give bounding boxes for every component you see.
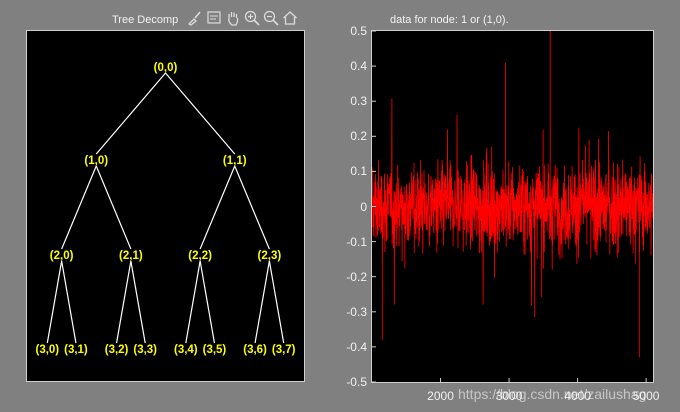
tree-edge	[115, 260, 132, 344]
tree-edge	[199, 165, 236, 250]
x-tick-label: 2000	[427, 389, 454, 403]
tree-node-label[interactable]: (3,6)	[243, 344, 267, 356]
tree-node-label[interactable]: (3,3)	[133, 344, 157, 356]
tree-node-label[interactable]: (1,0)	[84, 155, 108, 167]
signal-series-line	[371, 31, 654, 358]
tree-edge	[46, 260, 63, 344]
y-tick-label: -0.3	[346, 304, 367, 319]
y-tick-label: 0.4	[350, 59, 367, 74]
tree-edge	[61, 165, 97, 250]
brush-icon[interactable]	[186, 9, 204, 27]
tree-edge	[61, 260, 77, 344]
pan-hand-icon[interactable]	[224, 9, 242, 27]
tree-node-label[interactable]: (0,0)	[154, 62, 178, 74]
zoom-out-icon[interactable]	[262, 9, 280, 27]
y-tick-label: 0	[360, 199, 367, 214]
tree-edge	[130, 260, 146, 344]
y-tick-label: -0.1	[346, 234, 367, 249]
tree-node-label[interactable]: (2,3)	[258, 250, 282, 262]
tree-node-label[interactable]: (3,0)	[35, 344, 59, 356]
y-tick-label: 0.3	[350, 94, 367, 109]
tree-edge	[165, 72, 236, 155]
tree-edge	[95, 165, 132, 250]
y-tick-label: 0.1	[350, 164, 367, 179]
tree-node-label[interactable]: (3,2)	[105, 344, 129, 356]
tree-title: Tree Decomp	[112, 14, 179, 26]
y-tick-label: 0.2	[350, 129, 367, 144]
tree-edge	[95, 72, 166, 155]
tree-node-label[interactable]: (2,2)	[188, 250, 212, 262]
tree-node-label[interactable]: (3,1)	[64, 344, 88, 356]
home-icon[interactable]	[281, 9, 299, 27]
tree-node-label[interactable]: (2,1)	[119, 250, 143, 262]
tree-node-label[interactable]: (3,5)	[203, 344, 227, 356]
y-tick-label: -0.4	[346, 339, 367, 354]
tree-node-label[interactable]: (2,0)	[50, 250, 74, 262]
watermark: https://blog.csdn.net/zailushag	[458, 386, 647, 402]
y-tick-label: -0.2	[346, 269, 367, 284]
tree-node-label[interactable]: (1,1)	[223, 155, 247, 167]
tree-diagram: (0,0) (1,0) (1,1) (2,0) (2,1) (2,2) (2,3) (3,0)…	[35, 62, 296, 356]
tree-edge	[234, 165, 270, 250]
tree-edge	[199, 260, 216, 344]
tree-node-label[interactable]: (3,7)	[272, 344, 296, 356]
y-tick-label: 0.5	[350, 24, 367, 38]
signal-plot	[371, 30, 654, 383]
tree-edge	[185, 260, 201, 344]
tree-edge	[268, 260, 285, 344]
y-tick-label: -0.5	[346, 375, 367, 389]
signal-title: data for node: 1 or (1,0).	[390, 14, 509, 26]
data-cursor-icon[interactable]	[205, 9, 223, 27]
tree-node-label[interactable]: (3,4)	[174, 344, 198, 356]
zoom-in-icon[interactable]	[243, 9, 261, 27]
signal-axes[interactable]	[371, 30, 654, 383]
axes-toolbar	[186, 9, 299, 27]
tree-decomposition-axes[interactable]: (0,0) (1,0) (1,1) (2,0) (2,1) (2,2) (2,3) (3,0)…	[26, 30, 305, 382]
tree-edge	[254, 260, 270, 344]
